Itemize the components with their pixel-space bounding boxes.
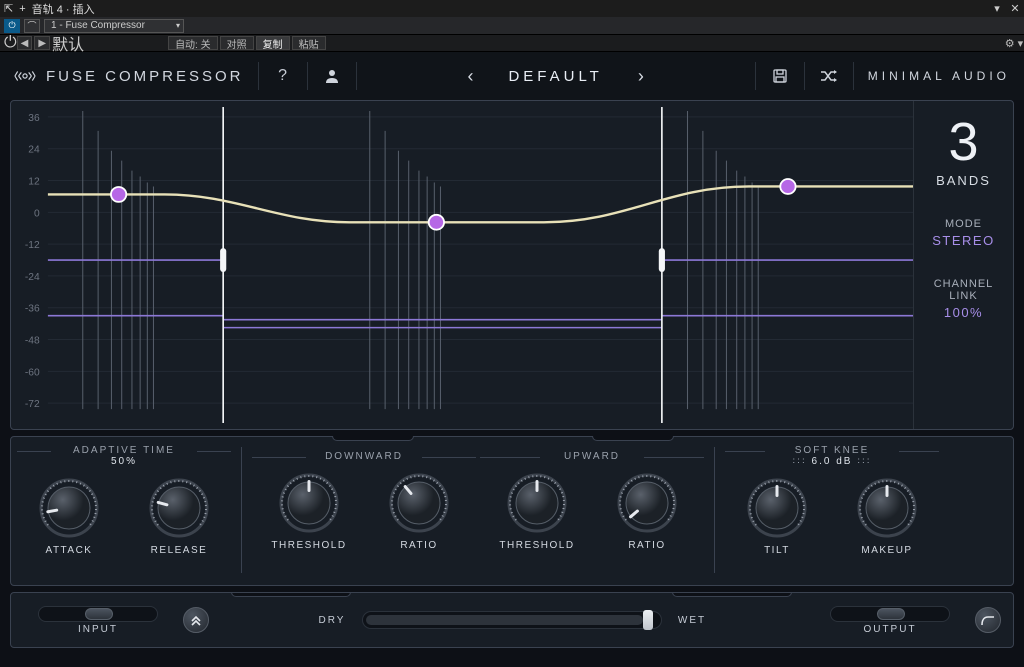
attack-label: ATTACK [46,545,93,556]
attack-knob[interactable] [38,477,100,539]
downward-threshold-label: THRESHOLD [271,540,346,551]
spectrum-graph[interactable]: 36 24 12 0 -12 -24 -36 -48 -60 -72 [11,101,913,429]
brand-label: MINIMAL AUDIO [868,69,1010,83]
power-button[interactable]: ⏻ [4,19,20,33]
preset-next-button[interactable]: › [631,66,651,87]
softknee-title: SOFT KNEE [795,445,870,456]
adaptive-title: ADAPTIVE TIME [73,445,175,456]
gear-icon[interactable]: ⚙ ▾ [1004,36,1024,50]
plugin-selector[interactable]: 1 - Fuse Compressor [44,19,184,33]
wet-label: WET [674,615,710,626]
downward-ratio-label: RATIO [400,540,437,551]
tilt-label: TILT [764,545,790,556]
y-tick: -24 [25,272,40,283]
release-knob[interactable] [148,477,210,539]
upward-title: UPWARD [564,451,620,462]
mode-label: MODE [932,218,994,230]
y-tick: -72 [25,399,40,410]
output-label: OUTPUT [863,624,916,635]
knob-panel: ADAPTIVE TIME 50% ATTACK RELEASE DOWNWAR… [10,436,1014,586]
auto-toggle[interactable]: 自动: 关 [168,36,218,50]
shuffle-icon[interactable] [819,68,839,84]
ab-icon[interactable]: ⌒ [24,19,40,33]
upward-threshold-label: THRESHOLD [499,540,574,551]
band-node-2[interactable] [429,215,444,230]
auto-state: 关 [201,36,211,51]
channel-link-value[interactable]: 100% [934,305,994,320]
io-panel: INPUT DRY WET OUTPUT [10,592,1014,648]
y-tick: 24 [28,145,40,156]
nav-prev-button[interactable]: ◀ [17,36,33,50]
tilt-knob[interactable] [746,477,808,539]
save-icon[interactable] [770,68,790,84]
auto-label: 自动: [175,36,198,51]
close-icon[interactable]: ✕ [1010,4,1020,14]
band-node-3[interactable] [780,179,795,194]
limiter-button[interactable] [975,607,1001,633]
y-tick: -36 [25,304,40,315]
host-titlebar: ⇱ + 音轨 4 · 插入 ▾ ✕ [0,0,1024,17]
makeup-knob[interactable] [856,477,918,539]
dry-label: DRY [314,615,350,626]
expand-up-button[interactable] [183,607,209,633]
channel-link-label-1: CHANNEL [934,278,994,290]
nav-next-button[interactable]: ▶ [34,36,50,50]
softknee-value[interactable]: ꞉꞉꞉ 6.0 dB ꞉꞉꞉ [792,456,871,467]
upward-ratio-knob[interactable] [616,472,678,534]
tab-compare[interactable]: 对照 [220,36,254,50]
adaptive-value[interactable]: 50% [111,456,137,467]
pin-icon[interactable]: ⇱ [4,2,13,15]
makeup-label: MAKEUP [861,545,912,556]
host-plugin-bar: ⏻ ⌒ 1 - Fuse Compressor [0,17,1024,34]
bands-label: BANDS [936,173,991,188]
plugin-title: FUSE COMPRESSOR [46,68,244,85]
add-icon[interactable]: + [19,3,25,15]
host-toolbar: ⏻ ◀ ▶ 默认 自动: 关 对照 复制 粘贴 ⚙ ▾ [0,34,1024,52]
channel-link-label-2: LINK [934,290,994,302]
power-button-2[interactable]: ⏻ [4,34,17,52]
upward-ratio-label: RATIO [628,540,665,551]
y-tick: 0 [34,208,40,219]
y-tick: -48 [25,336,40,347]
y-tick: -12 [25,240,40,251]
downward-threshold-knob[interactable] [278,472,340,534]
spectrum-panel: 36 24 12 0 -12 -24 -36 -48 -60 -72 [10,100,1014,430]
plugin-header: FUSE COMPRESSOR ? ‹ DEFAULT › MINIMAL AU… [0,52,1024,100]
band-side-panel: 3 BANDS MODE STEREO CHANNEL LINK 100% [913,101,1013,429]
dry-wet-slider[interactable] [362,611,662,629]
preset-prev-button[interactable]: ‹ [460,66,480,87]
mode-value[interactable]: STEREO [932,233,994,248]
tab-paste[interactable]: 粘贴 [292,36,326,50]
user-icon[interactable] [322,68,342,84]
y-tick: -60 [25,367,40,378]
bands-count[interactable]: 3 [948,115,978,169]
downward-title: DOWNWARD [325,451,403,462]
downward-ratio-knob[interactable] [388,472,450,534]
band-node-1[interactable] [111,187,126,202]
preset-name[interactable]: DEFAULT [508,68,602,85]
window-title: 音轨 4 · 插入 [32,1,95,17]
release-label: RELEASE [151,545,208,556]
input-slider[interactable] [38,606,158,622]
minimize-icon[interactable]: ▾ [992,4,1002,14]
y-tick: 12 [28,177,40,188]
input-label: INPUT [78,624,118,635]
output-slider[interactable] [830,606,950,622]
help-icon[interactable]: ? [273,67,293,85]
upward-threshold-knob[interactable] [506,472,568,534]
y-tick: 36 [28,113,40,124]
tab-copy[interactable]: 复制 [256,36,290,50]
host-preset-dropdown[interactable]: 默认 [52,31,162,55]
compressor-logo-icon [14,68,36,84]
